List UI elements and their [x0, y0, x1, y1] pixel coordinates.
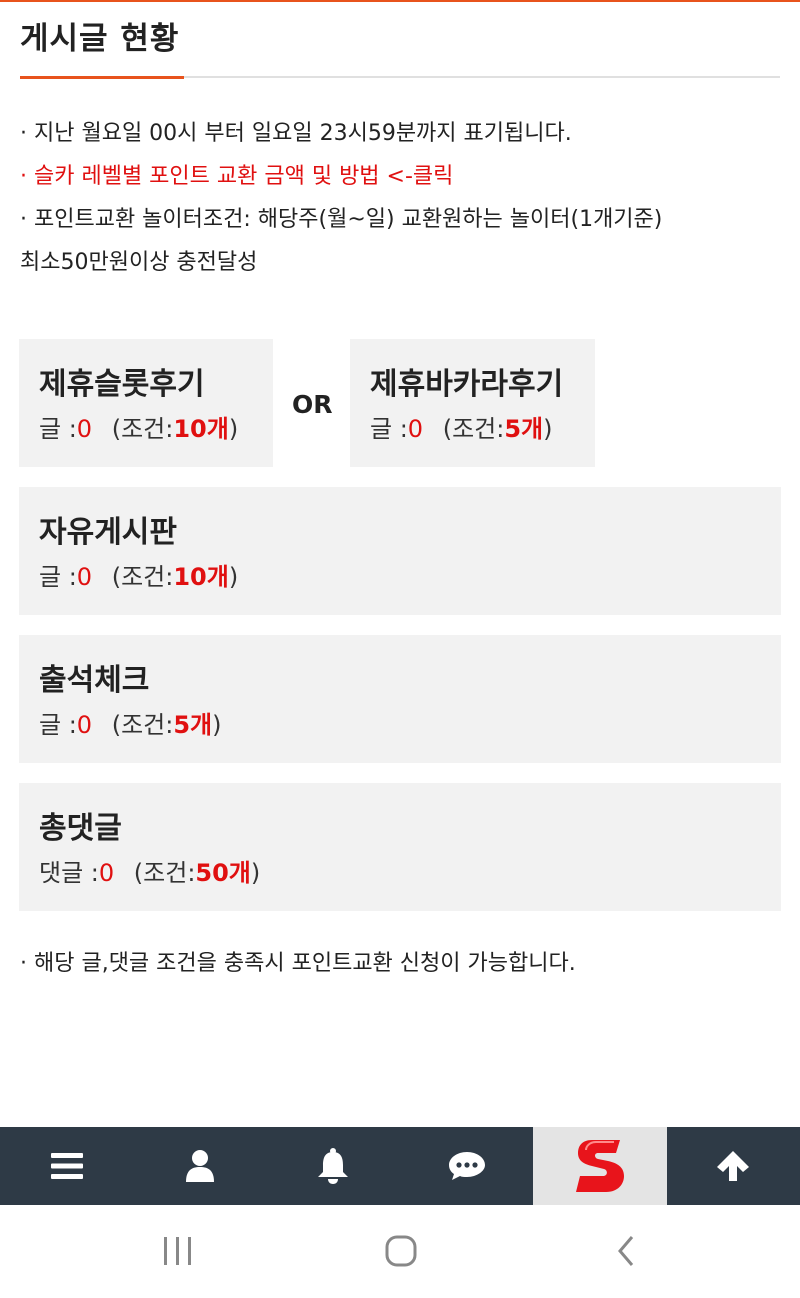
- home-button[interactable]: [385, 1235, 417, 1271]
- back-icon: [618, 1236, 634, 1266]
- card-title: 제휴바카라후기: [370, 367, 564, 402]
- card-stat: 댓글 :0 (조건:50개): [39, 853, 260, 888]
- card-stat: 글 :0 (조건:10개): [39, 557, 238, 592]
- card-attendance: 출석체크 글 :0 (조건:5개): [19, 635, 781, 763]
- post-count: 0: [407, 415, 424, 443]
- logo-s-icon: [575, 1140, 624, 1192]
- required-count: 5개: [504, 415, 544, 443]
- point-exchange-link[interactable]: · 슬카 레벨별 포인트 교환 금액 및 방법 <-클릭: [20, 155, 790, 198]
- user-icon: [185, 1150, 214, 1182]
- notifications-button[interactable]: [267, 1127, 400, 1205]
- count-label: 글 :: [370, 415, 408, 443]
- post-count: 0: [76, 415, 93, 443]
- count-label: 글 :: [39, 711, 77, 739]
- note-period: · 지난 월요일 00시 부터 일요일 23시59분까지 표기됩니다.: [20, 121, 572, 146]
- note-condition-cont: 최소50만원이상 충전달성: [20, 250, 258, 275]
- system-nav-bar: [0, 1205, 800, 1298]
- card-slot-review: 제휴슬롯후기 글 :0 (조건:10개): [19, 339, 273, 467]
- exchange-note: · 해당 글,댓글 조건을 충족시 포인트교환 신청이 가능합니다.: [20, 951, 576, 976]
- home-icon: [385, 1235, 417, 1267]
- page-title: 게시글 현황: [20, 21, 180, 57]
- card-free-board: 자유게시판 글 :0 (조건:10개): [19, 487, 781, 615]
- recents-icon: [164, 1237, 191, 1265]
- top-accent-line: [0, 0, 800, 2]
- post-count: 0: [76, 563, 93, 591]
- post-count: 0: [76, 711, 93, 739]
- scroll-top-button[interactable]: [667, 1127, 800, 1205]
- card-title: 총댓글: [39, 811, 122, 846]
- card-baccarat-review: 제휴바카라후기 글 :0 (조건:5개): [350, 339, 595, 467]
- cond-close: ): [543, 415, 553, 443]
- card-stat: 글 :0 (조건:10개): [39, 409, 238, 444]
- chat-button[interactable]: [400, 1127, 533, 1205]
- or-label: OR: [292, 390, 333, 419]
- arrow-up-icon: [717, 1151, 750, 1181]
- required-count: 10개: [173, 415, 229, 443]
- required-count: 50개: [195, 859, 251, 887]
- card-total-comments: 총댓글 댓글 :0 (조건:50개): [19, 783, 781, 911]
- profile-button[interactable]: [133, 1127, 266, 1205]
- note-condition: · 포인트교환 놀이터조건: 해당주(월~일) 교환원하는 놀이터(1개기준): [20, 207, 663, 232]
- section-header: 게시글 현황: [20, 18, 780, 80]
- count-label: 댓글 :: [39, 859, 99, 887]
- recent-apps-button[interactable]: [162, 1235, 194, 1271]
- site-logo-button[interactable]: [533, 1127, 667, 1205]
- card-title: 자유게시판: [39, 515, 177, 550]
- card-title: 출석체크: [39, 663, 150, 698]
- cond-open: (조건:: [442, 415, 505, 443]
- cond-open: (조건:: [111, 711, 174, 739]
- notes: · 지난 월요일 00시 부터 일요일 23시59분까지 표기됩니다. · 슬카…: [20, 112, 790, 284]
- cond-close: ): [228, 563, 239, 591]
- card-stat: 글 :0 (조건:5개): [39, 705, 221, 740]
- required-count: 5개: [173, 711, 213, 739]
- menu-button[interactable]: [0, 1127, 133, 1205]
- cond-open: (조건:: [133, 859, 196, 887]
- cond-open: (조건:: [111, 563, 174, 591]
- title-underline: [20, 76, 184, 79]
- bottom-nav: [0, 1127, 800, 1205]
- required-count: 10개: [173, 563, 229, 591]
- card-title: 제휴슬롯후기: [39, 367, 205, 402]
- back-button[interactable]: [612, 1235, 644, 1271]
- cond-close: ): [212, 711, 222, 739]
- menu-icon: [50, 1153, 83, 1179]
- cond-close: ): [228, 415, 239, 443]
- cond-open: (조건:: [111, 415, 174, 443]
- card-stat: 글 :0 (조건:5개): [370, 409, 552, 444]
- chat-icon: [448, 1152, 485, 1180]
- count-label: 글 :: [39, 563, 77, 591]
- cond-close: ): [250, 859, 261, 887]
- comment-count: 0: [98, 859, 115, 887]
- bell-icon: [318, 1148, 349, 1184]
- count-label: 글 :: [39, 415, 77, 443]
